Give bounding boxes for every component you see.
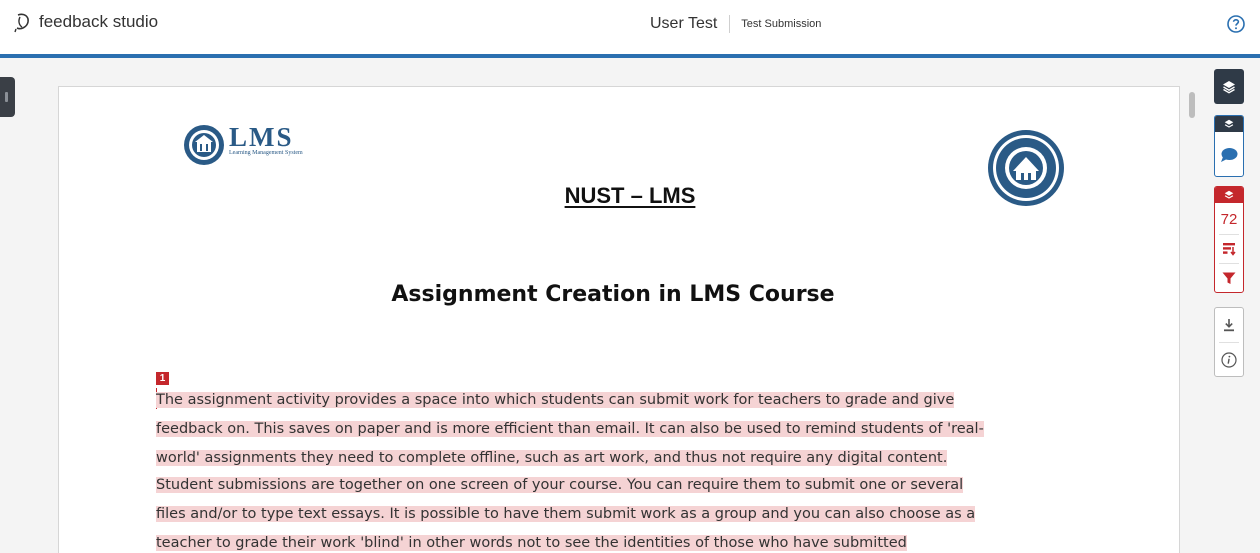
paragraph-line: teacher to grade their work 'blind' in o…	[156, 535, 907, 551]
top-bar: feedback studio User Test Test Submissio…	[0, 0, 1260, 54]
sort-button[interactable]	[1215, 235, 1243, 263]
filter-button[interactable]	[1215, 264, 1243, 292]
title-separator	[729, 15, 731, 33]
layers-button[interactable]	[1214, 69, 1244, 104]
document-title-heading: Assignment Creation in LMS Course	[391, 282, 835, 307]
grading-layer-group	[1214, 115, 1244, 177]
brand-name: feedback studio	[39, 12, 159, 31]
paragraph-line: feedback on. This saves on paper and is …	[156, 421, 984, 437]
lms-emblem-icon	[184, 125, 224, 165]
similarity-layer-group: 72	[1214, 186, 1244, 293]
lms-logo-text: LMS	[229, 122, 294, 152]
layers-icon	[1223, 80, 1235, 94]
download-icon	[1224, 319, 1234, 332]
utility-group	[1214, 307, 1244, 377]
feedback-studio-logo-icon	[14, 13, 29, 33]
submission-title: Test Submission	[741, 18, 822, 30]
grip-icon	[5, 92, 8, 102]
document-heading: NUST – LMS	[564, 183, 696, 208]
download-button[interactable]	[1215, 308, 1243, 342]
lms-logo: LMS Learning Management System	[183, 124, 303, 166]
similarity-score: 72	[1220, 210, 1238, 228]
sort-icon	[1223, 243, 1236, 256]
comments-button[interactable]	[1215, 133, 1243, 176]
paragraph-line: files and/or to type text essays. It is …	[156, 506, 976, 522]
paragraph-2[interactable]: Student submissions are together on one …	[156, 471, 1074, 553]
info-button[interactable]	[1215, 343, 1243, 377]
paragraph-line: world' assignments they need to complete…	[156, 450, 948, 466]
similarity-score-button[interactable]: 72	[1215, 204, 1243, 234]
document-title-group: User Test Test Submission	[650, 14, 821, 34]
paragraph-line: Student submissions are together on one …	[156, 477, 964, 493]
grading-layer-icon	[1224, 119, 1234, 128]
info-icon	[1221, 352, 1237, 368]
lms-logo-subtext: Learning Management System	[229, 150, 303, 156]
header-accent-bar	[0, 54, 1260, 58]
document-title: User Test	[650, 15, 718, 32]
match-marker[interactable]: 1	[156, 372, 169, 385]
filter-icon	[1222, 272, 1236, 284]
side-panel-toggle[interactable]	[0, 77, 15, 117]
paragraph-line: The assignment activity provides a space…	[156, 392, 955, 408]
paragraph-1[interactable]: The assignment activity provides a space…	[156, 386, 1074, 473]
comment-icon	[1221, 148, 1238, 162]
help-icon[interactable]	[1226, 14, 1246, 34]
brand[interactable]: feedback studio	[12, 11, 158, 33]
similarity-layer-icon	[1224, 190, 1234, 199]
scrollbar-thumb[interactable]	[1189, 92, 1195, 118]
